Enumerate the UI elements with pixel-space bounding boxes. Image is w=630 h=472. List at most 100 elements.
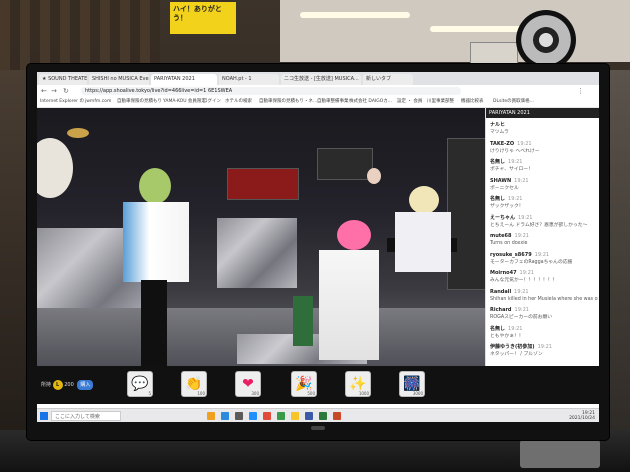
reload-icon[interactable]: ↻ [63, 87, 69, 95]
chat-username-text: 名無し [490, 159, 506, 165]
tab[interactable]: NOAH.pt - 1 [219, 74, 279, 85]
chat-text: マツムラ [490, 130, 509, 135]
chat-message: ryosuke_s8679 19:21 モーターカフェのRaggaちゃんの応援 [490, 252, 598, 266]
bookmark[interactable]: 株式会社 DAIGOカ... [349, 99, 392, 105]
amplifier [317, 148, 373, 180]
edge-icon[interactable] [221, 412, 229, 420]
bookmark[interactable]: DLsiteの買取価格… [493, 99, 534, 105]
chat-username[interactable]: TAKE-ZO 19:21 [490, 141, 598, 148]
store-icon[interactable] [235, 412, 243, 420]
chat-username[interactable]: Randall 19:21 [490, 289, 598, 296]
performer-jacket [123, 202, 189, 282]
gift-button-heart[interactable]: ❤ 300 [235, 371, 261, 397]
party-popper-icon: 🎉 [295, 376, 313, 392]
mail-icon[interactable] [249, 412, 257, 420]
performer-legs [141, 280, 167, 366]
tab[interactable]: ニコ生放送 - [生放送] MUSICA... [281, 74, 361, 85]
bookmark[interactable]: YAMA-KOU 会員限定 [163, 99, 206, 105]
bookmark[interactable]: jwmfm.com [85, 99, 111, 105]
tab-bar: ★ SOUND THEATER SHISHI no MUSICA Event P… [37, 72, 599, 85]
chat-username[interactable]: Moirno47 19:21 [490, 270, 598, 277]
chat-username-text: Moirno47 [490, 270, 517, 276]
chat-username[interactable]: mute68 19:21 [490, 233, 598, 240]
chrome-icon[interactable] [291, 412, 299, 420]
app-icon[interactable] [333, 412, 341, 420]
chat-username-text: えーちゃん [490, 214, 516, 221]
tab[interactable]: PARIYATAN 2021 [151, 74, 217, 85]
chat-timestamp: 19:21 [514, 307, 529, 313]
url-field[interactable]: https://app.shoalive.tokyo/live?id=466li… [81, 87, 461, 95]
gift-button-fireworks[interactable]: 🎆 3000 [399, 371, 425, 397]
left-wall [0, 70, 28, 472]
chat-message: 名無し 19:21 ポチャ、サイロー！ [490, 159, 598, 173]
bookmark[interactable]: 機器比較表 [461, 99, 484, 105]
excel-icon[interactable] [319, 412, 327, 420]
tab[interactable]: SHISHI no MUSICA Event [89, 74, 149, 85]
chat-message: 名無し 19:21 ザックザック！ [490, 196, 598, 210]
menu-icon[interactable]: ⋮ [577, 87, 584, 95]
chat-username[interactable]: 名無し 19:21 [490, 159, 598, 166]
chat-timestamp: 19:21 [537, 344, 552, 350]
system-clock[interactable]: 19:21 2021/10/24 [569, 411, 595, 421]
tab[interactable]: ★ SOUND THEATER [39, 74, 87, 85]
word-icon[interactable] [305, 412, 313, 420]
chat-message: TAKE-ZO 19:21 けりけりゃ へべれけー [490, 141, 598, 155]
chat-username[interactable]: 名無し 19:21 [490, 196, 598, 203]
bookmark[interactable]: 自動車保険の見積もり・ネ... [259, 99, 317, 105]
chat-message: ナルヒ マツムラ [490, 122, 598, 136]
buy-button[interactable]: 購入 [77, 380, 94, 390]
chat-text: モーターカフェのRaggaちゃんの応援 [490, 259, 573, 265]
back-icon[interactable]: ← [41, 87, 47, 95]
app-icon[interactable] [263, 412, 271, 420]
right-wall [606, 70, 630, 472]
bookmark[interactable]: Internet Explorer の [40, 99, 84, 105]
speaker-stack [447, 138, 485, 290]
bass-drum [37, 138, 73, 198]
chat-username[interactable]: 名無し 19:21 [490, 326, 598, 333]
bookmark[interactable]: 自動車整備事業 [317, 99, 349, 105]
gift-value: 500 [307, 391, 315, 396]
tab[interactable]: 新しいタブ [363, 74, 413, 85]
chat-username-text: mute68 [490, 233, 512, 239]
chat-username[interactable]: Richard 19:21 [490, 307, 598, 314]
alloy-wheel [516, 10, 576, 70]
gift-button-sparkle[interactable]: ✨ 1000 [345, 371, 371, 397]
chat-text: ポチャ、サイロー！ [490, 167, 534, 172]
chat-username[interactable]: SHAWN 19:21 [490, 178, 598, 185]
chat-username[interactable]: ナルヒ [490, 122, 598, 129]
chat-timestamp: 19:21 [514, 177, 529, 184]
file-explorer-icon[interactable] [207, 412, 215, 420]
bookmark[interactable]: ホテルの検索 [225, 99, 252, 105]
fireworks-icon: 🎆 [403, 376, 421, 392]
performer-green-hair [139, 168, 171, 204]
bookmark[interactable]: 自動車保険の見積もり [117, 99, 162, 105]
chat-username-text: ryosuke_s8679 [490, 251, 532, 258]
performer-pink-hair [337, 220, 371, 250]
chat-title: PARIYATAN 2021 [486, 108, 599, 118]
chat-text: ポーニクセル [490, 185, 519, 191]
bookmark[interactable]: 川里事業部整 [427, 99, 454, 105]
foil-decoration [217, 218, 297, 288]
performer-blonde-hair [409, 186, 439, 214]
chat-username[interactable]: えーちゃん 19:21 [490, 215, 598, 222]
chat-username[interactable]: 伊藤ゆうき(初参加) 19:21 [490, 344, 598, 351]
live-video[interactable] [37, 108, 485, 366]
chat-text: Turns on doxxie [490, 241, 528, 246]
gift-button-clap[interactable]: 👏 100 [181, 371, 207, 397]
chat-username[interactable]: ryosuke_s8679 19:21 [490, 252, 598, 259]
gift-value: 300 [251, 391, 259, 396]
app-icon[interactable] [277, 412, 285, 420]
taskbar-search[interactable]: ここに入力して検索 [51, 411, 121, 421]
gift-value: 100 [197, 391, 205, 396]
chat-panel: PARIYATAN 2021 ナルヒ マツムラ TAKE-ZO 19:21 けりけりゃ … [485, 108, 599, 366]
chat-timestamp: 19:21 [514, 233, 529, 239]
bookmark[interactable]: 設定 ・ 会員 [397, 99, 422, 105]
chat-text: みんな元気かー！！！！！！！ [490, 278, 558, 283]
windows-start-icon[interactable] [40, 412, 48, 420]
gift-button-party[interactable]: 🎉 500 [291, 371, 317, 397]
chat-message: 名無し 19:21 ともやかぁ！！ [490, 326, 598, 340]
bookmark[interactable]: ログイン [203, 99, 221, 105]
chat-message: SHAWN 19:21 ポーニクセル [490, 178, 598, 192]
gift-button-comment[interactable]: 💬 5 [127, 371, 153, 397]
forward-icon[interactable]: → [51, 87, 57, 95]
